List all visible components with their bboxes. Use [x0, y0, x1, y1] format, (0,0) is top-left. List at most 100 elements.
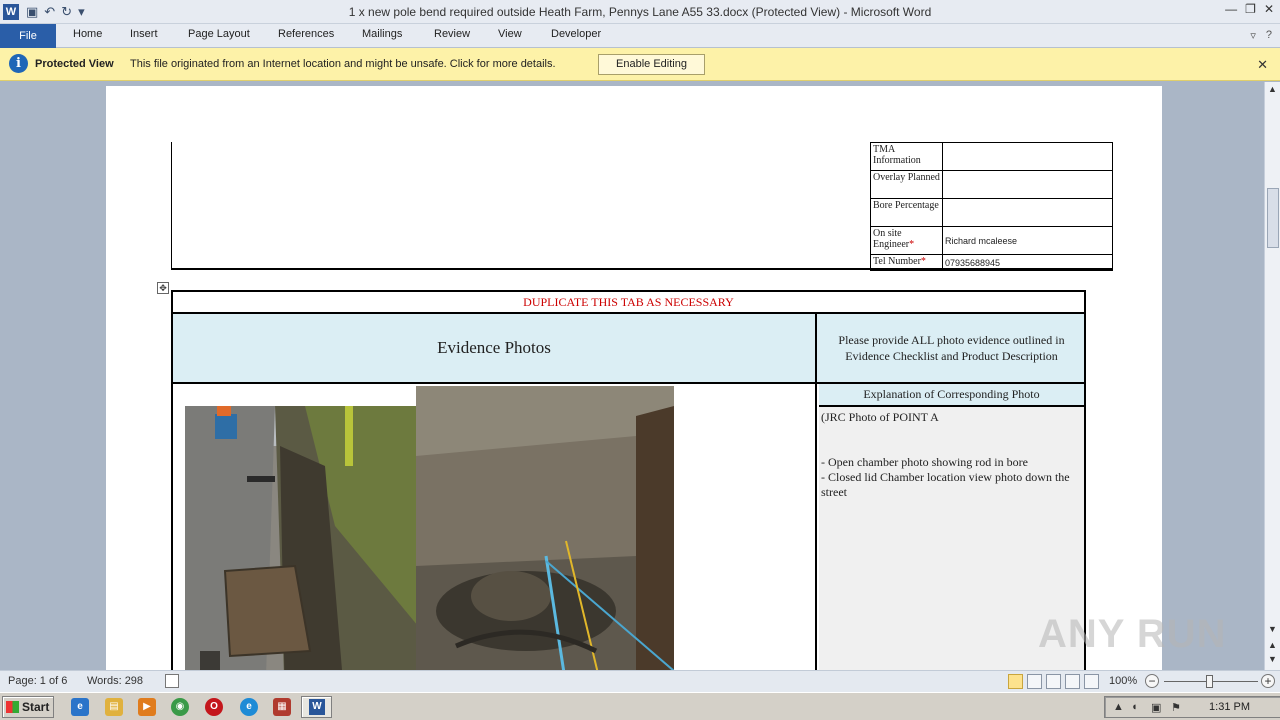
tab-review[interactable]: Review	[434, 28, 470, 40]
explanation-header: Explanation of Corresponding Photo	[819, 384, 1084, 407]
outline-icon[interactable]	[1065, 674, 1080, 689]
explanation-line	[821, 440, 1082, 455]
minimize-icon[interactable]: —	[1225, 2, 1237, 16]
tma-info-value[interactable]	[942, 142, 1113, 171]
page-count[interactable]: Page: 1 of 6	[8, 675, 67, 687]
zoom-slider-knob[interactable]	[1206, 675, 1213, 688]
onsite-engineer-label: On site Engineer	[873, 228, 910, 250]
watermark: ANY RUN	[1038, 612, 1227, 656]
previous-page-icon[interactable]: ▲	[1268, 640, 1277, 650]
street-chamber-photo[interactable]	[185, 406, 418, 670]
window-title: 1 x new pole bend required outside Heath…	[348, 5, 932, 19]
tma-table: TMA Information Overlay Planned Bore Per…	[870, 142, 1113, 271]
required-mark: *	[920, 256, 926, 267]
clock[interactable]: 1:31 PM	[1209, 701, 1250, 713]
open-chamber-photo[interactable]	[416, 386, 674, 670]
zoom-out-icon[interactable]: −	[1145, 674, 1159, 688]
network-icon[interactable]: ▣	[1151, 701, 1161, 714]
tel-number-label: Tel Number	[873, 256, 921, 267]
info-icon: i	[9, 54, 28, 73]
protected-view-message[interactable]: This file originated from an Internet lo…	[130, 58, 556, 70]
evidence-table: DUPLICATE THIS TAB AS NECESSARY Evidence…	[171, 290, 1086, 670]
zoom-level[interactable]: 100%	[1109, 675, 1137, 687]
close-icon[interactable]: ✕	[1257, 57, 1268, 73]
view-buttons	[1008, 674, 1099, 689]
tel-number-cell: Tel Number*	[870, 254, 943, 271]
tab-file[interactable]: File	[0, 24, 56, 48]
scroll-up-icon[interactable]: ▲	[1268, 84, 1277, 94]
windows-flag-icon	[6, 701, 19, 713]
full-screen-reading-icon[interactable]	[1027, 674, 1042, 689]
tma-info-label: TMA Information	[870, 142, 943, 171]
window-controls: — ❐ ✕	[1225, 2, 1274, 16]
ie-icon[interactable]: e	[71, 698, 89, 716]
evidence-instruction: Please provide ALL photo evidence outlin…	[838, 333, 1065, 363]
tab-developer[interactable]: Developer	[551, 28, 601, 40]
explorer-icon[interactable]: ▤	[105, 698, 123, 716]
enable-editing-button[interactable]: Enable Editing	[598, 54, 705, 75]
explanation-line: (JRC Photo of POINT A	[821, 410, 939, 424]
scroll-down-icon[interactable]: ▼	[1268, 624, 1277, 634]
explanation-text[interactable]: (JRC Photo of POINT A - Open chamber pho…	[819, 407, 1084, 503]
table-move-handle-icon[interactable]: ✥	[157, 282, 169, 294]
restore-icon[interactable]: ❐	[1245, 2, 1256, 16]
tab-home[interactable]: Home	[73, 28, 102, 40]
volume-icon[interactable]: ◖	[1131, 701, 1138, 713]
proofing-icon[interactable]	[165, 674, 179, 688]
evidence-header: Evidence Photos Please provide ALL photo…	[173, 314, 1084, 384]
winrar-icon[interactable]: ▦	[273, 698, 291, 716]
tab-view[interactable]: View	[498, 28, 522, 40]
tab-mailings[interactable]: Mailings	[362, 28, 402, 40]
help-icon[interactable]: ?	[1266, 29, 1272, 42]
scroll-thumb[interactable]	[1267, 188, 1279, 248]
draft-icon[interactable]	[1084, 674, 1099, 689]
overlay-planned-value[interactable]	[942, 170, 1113, 199]
web-layout-icon[interactable]	[1046, 674, 1061, 689]
tab-page-layout[interactable]: Page Layout	[188, 28, 250, 40]
onsite-engineer-cell: On site Engineer*	[870, 226, 943, 255]
print-layout-icon[interactable]	[1008, 674, 1023, 689]
onsite-engineer-value[interactable]: Richard mcaleese	[942, 226, 1113, 255]
document-page: TMA Information Overlay Planned Bore Per…	[106, 86, 1162, 670]
taskbar: Start e ▤ ▶ ◉ O e ▦ W ▲ ◖ ▣ ⚑ 1:31 PM	[0, 692, 1280, 720]
word-taskbar-button[interactable]: W	[301, 696, 332, 718]
title-bar: W ▣ ↶ ↻ ▾ 1 x new pole bend required out…	[0, 0, 1280, 24]
status-bar: Page: 1 of 6 Words: 298 100% − +	[0, 670, 1280, 692]
ribbon-right-controls: ▿ ?	[1250, 29, 1272, 42]
top-table: TMA Information Overlay Planned Bore Per…	[171, 142, 1113, 271]
bore-percentage-label: Bore Percentage	[870, 198, 943, 227]
document-area: TMA Information Overlay Planned Bore Per…	[0, 82, 1264, 670]
start-button[interactable]: Start	[2, 696, 54, 718]
word-count[interactable]: Words: 298	[87, 675, 143, 687]
bore-percentage-value[interactable]	[942, 198, 1113, 227]
evidence-body: Explanation of Corresponding Photo (JRC …	[173, 384, 1084, 670]
action-center-flag-icon[interactable]: ⚑	[1171, 701, 1181, 714]
tab-references[interactable]: References	[278, 28, 334, 40]
zoom-in-icon[interactable]: +	[1261, 674, 1275, 688]
minimize-ribbon-icon[interactable]: ▿	[1250, 29, 1256, 42]
required-mark: *	[909, 239, 915, 250]
start-label: Start	[22, 700, 50, 714]
photo-cell	[173, 384, 817, 670]
protected-view-bar: i Protected View This file originated fr…	[0, 48, 1280, 81]
ribbon-tabs: File Home Insert Page Layout References …	[0, 24, 1280, 48]
explanation-line: - Open chamber photo showing rod in bore	[821, 455, 1028, 469]
duplicate-note: DUPLICATE THIS TAB AS NECESSARY	[173, 292, 1084, 314]
close-icon[interactable]: ✕	[1264, 2, 1274, 16]
tab-insert[interactable]: Insert	[130, 28, 158, 40]
opera-icon[interactable]: O	[205, 698, 223, 716]
explanation-line: - Closed lid Chamber location view photo…	[821, 470, 1070, 499]
chrome-icon[interactable]: ◉	[171, 698, 189, 716]
show-hidden-icons-icon[interactable]: ▲	[1113, 701, 1124, 713]
system-tray: ▲ ◖ ▣ ⚑ 1:31 PM	[1104, 696, 1280, 718]
edge-icon[interactable]: e	[240, 698, 258, 716]
overlay-planned-label: Overlay Planned	[870, 170, 943, 199]
explanation-line	[821, 425, 1082, 440]
protected-view-label: Protected View	[35, 58, 114, 70]
word-icon: W	[309, 699, 325, 715]
vertical-scrollbar[interactable]: ▲ ▼ ▲ ▼	[1264, 82, 1280, 670]
media-player-icon[interactable]: ▶	[138, 698, 156, 716]
next-page-icon[interactable]: ▼	[1268, 654, 1277, 664]
tel-number-value[interactable]: 07935688945	[942, 254, 1113, 271]
evidence-title: Evidence Photos	[173, 314, 817, 382]
